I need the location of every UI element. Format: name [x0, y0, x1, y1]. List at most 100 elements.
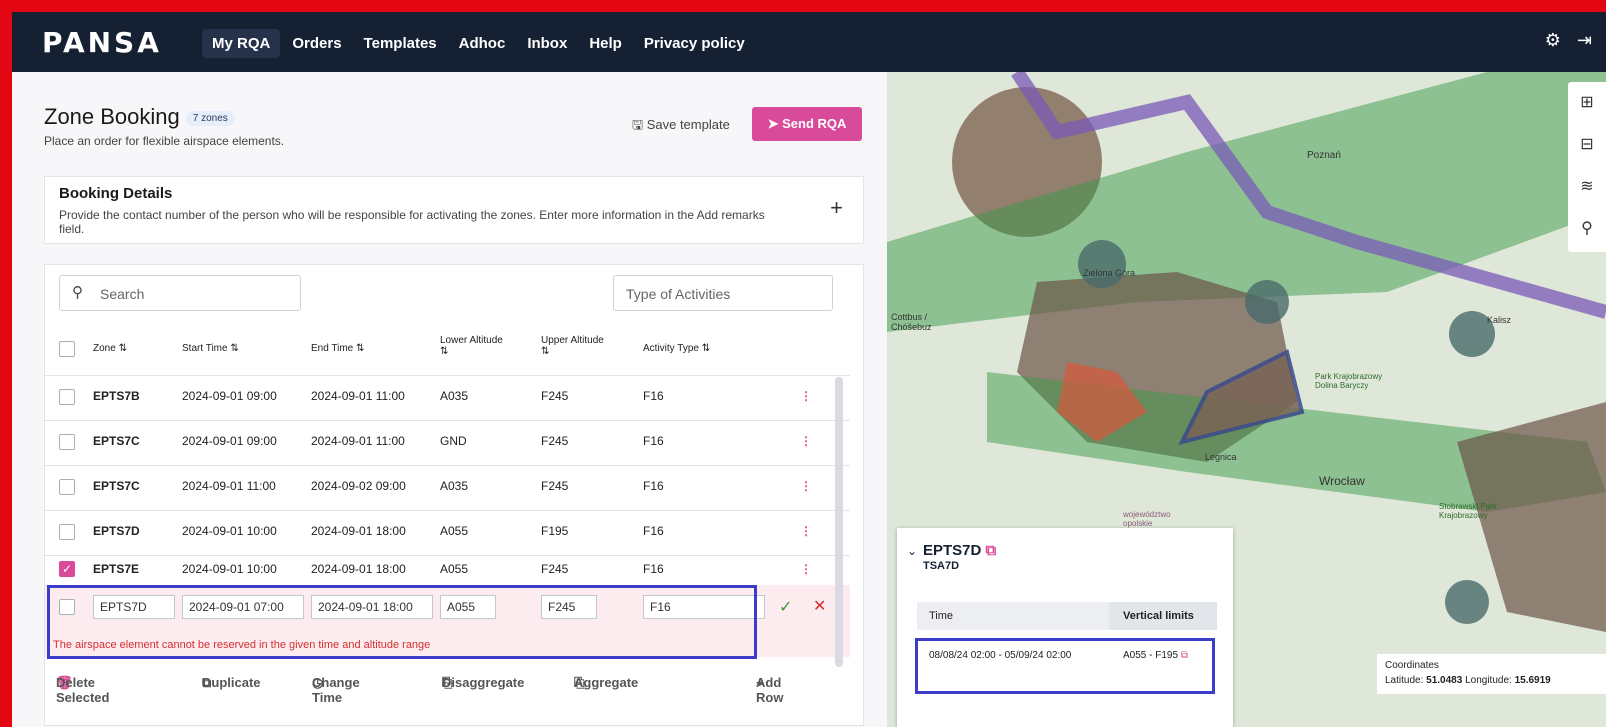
search-input[interactable]: ⚲ Search: [59, 275, 301, 311]
cancel-x-icon[interactable]: ✕: [813, 596, 826, 616]
highlight-box-edit-row: [47, 585, 757, 659]
cell-activity: F16: [643, 524, 664, 538]
header-start-time[interactable]: Start Time ⇅: [182, 343, 239, 354]
send-rqa-button[interactable]: ➤ Send RQA: [752, 107, 862, 141]
header-upper-altitude[interactable]: Upper Altitude ⇅: [541, 335, 631, 357]
cell-activity: F16: [643, 562, 664, 576]
nav-orders[interactable]: Orders: [282, 29, 351, 58]
search-icon: ⚲: [72, 284, 83, 301]
cell-lower: GND: [440, 434, 467, 448]
cell-zone: EPTS7C: [93, 434, 140, 448]
popup-subtitle: TSA7D: [923, 560, 960, 572]
map-search-icon[interactable]: ⚲: [1568, 208, 1606, 250]
table-row[interactable]: EPTS7D 2024-09-01 10:00 2024-09-01 18:00…: [45, 510, 850, 556]
row-menu-icon[interactable]: ⋮: [800, 434, 812, 448]
row-checkbox[interactable]: [59, 524, 75, 540]
nav-privacy-policy[interactable]: Privacy policy: [634, 29, 755, 58]
airspace-map[interactable]: Poznań Zielona Góra Cottbus / Chóšebuz L…: [887, 72, 1606, 727]
nav-my-rqa[interactable]: My RQA: [202, 29, 281, 58]
search-placeholder: Search: [100, 286, 145, 302]
main-nav: My RQA Orders Templates Adhoc Inbox Help…: [202, 29, 755, 58]
cell-start: 2024-09-01 11:00: [182, 479, 276, 493]
map-label-stobrawski: Stobrawski Park Krajobrazowy: [1439, 502, 1497, 520]
activity-type-filter[interactable]: Type of Activities: [613, 275, 833, 311]
circle-zone: [1245, 280, 1289, 324]
cell-end: 2024-09-01 11:00: [311, 389, 405, 403]
cell-lower: A035: [440, 389, 469, 403]
nav-templates[interactable]: Templates: [354, 29, 447, 58]
cell-end: 2024-09-01 18:00: [311, 524, 406, 538]
map-label-opolskie: województwo opolskie: [1123, 510, 1171, 528]
row-menu-icon[interactable]: ⋮: [800, 562, 812, 576]
cell-lower: A055: [440, 524, 469, 538]
zoom-out-icon[interactable]: ⊟: [1568, 124, 1606, 166]
cell-end: 2024-09-01 11:00: [311, 434, 405, 448]
row-checkbox[interactable]: [59, 479, 75, 495]
row-checkbox-checked[interactable]: ✓: [59, 561, 75, 577]
save-template-button[interactable]: 🖫 Save template: [632, 116, 730, 138]
zone-count-badge: 7 zones: [185, 110, 235, 126]
cell-lower: A035: [440, 479, 469, 493]
zones-table-card: ⚲ Search Type of Activities Zone ⇅ Start…: [44, 264, 864, 726]
layers-icon[interactable]: ≋: [1568, 166, 1606, 208]
row-checkbox[interactable]: [59, 434, 75, 450]
popup-col-time: Time: [929, 610, 954, 622]
map-label-dolina-baryczy: Park Krajobrazowy Dolina Baryczy: [1315, 372, 1383, 390]
cell-upper: F245: [541, 389, 569, 403]
cell-start: 2024-09-01 09:00: [182, 434, 277, 448]
cell-zone: EPTS7C: [93, 479, 140, 493]
map-label-wroclaw: Wrocław: [1319, 474, 1365, 488]
nav-adhoc[interactable]: Adhoc: [449, 29, 516, 58]
cell-activity: F16: [643, 434, 664, 448]
cell-start: 2024-09-01 10:00: [182, 562, 277, 576]
nav-help[interactable]: Help: [579, 29, 632, 58]
table-row[interactable]: EPTS7C 2024-09-01 09:00 2024-09-01 11:00…: [45, 420, 850, 466]
cell-end: 2024-09-02 09:00: [311, 479, 406, 493]
table-scrollbar[interactable]: [835, 377, 843, 667]
header-end-time[interactable]: End Time ⇅: [311, 343, 364, 354]
table-row[interactable]: EPTS7C 2024-09-01 11:00 2024-09-02 09:00…: [45, 465, 850, 511]
chevron-down-icon[interactable]: ⌄: [907, 544, 917, 558]
coordinates-values: Latitude: 51.0483 Longitude: 15.6919: [1385, 675, 1551, 686]
row-menu-icon[interactable]: ⋮: [800, 479, 812, 493]
confirm-check-icon[interactable]: ✓: [779, 597, 792, 617]
table-row[interactable]: EPTS7B 2024-09-01 09:00 2024-09-01 11:00…: [45, 375, 850, 421]
zoom-in-icon[interactable]: ⊞: [1568, 82, 1606, 124]
cell-start: 2024-09-01 09:00: [182, 389, 277, 403]
zone-booking-panel: Zone Booking 7 zones Place an order for f…: [12, 72, 887, 727]
row-checkbox[interactable]: [59, 389, 75, 405]
booking-details-description: Provide the contact number of the person…: [59, 208, 765, 236]
cell-activity: F16: [643, 389, 664, 403]
map-label-kalisz: Kalisz: [1487, 315, 1512, 325]
save-icon: 🖫: [632, 117, 644, 132]
cell-lower: A055: [440, 562, 469, 576]
pansa-logo[interactable]: PANSA: [42, 26, 162, 59]
page-subtitle: Place an order for flexible airspace ele…: [44, 134, 285, 148]
expand-details-button[interactable]: +: [830, 195, 843, 221]
table-row[interactable]: ✓ EPTS7E 2024-09-01 10:00 2024-09-01 18:…: [45, 555, 850, 586]
highlight-box-popup-row: [915, 638, 1215, 694]
header-lower-altitude[interactable]: Lower Altitude ⇅: [440, 335, 530, 357]
row-menu-icon[interactable]: ⋮: [800, 389, 812, 403]
nav-inbox[interactable]: Inbox: [517, 29, 577, 58]
map-label-poznan: Poznań: [1307, 150, 1341, 161]
map-controls: ⊞ ⊟ ≋ ⚲: [1568, 82, 1606, 252]
popup-col-limits: Vertical limits: [1123, 610, 1194, 622]
cell-start: 2024-09-01 10:00: [182, 524, 277, 538]
cell-upper: F195: [541, 524, 569, 538]
cell-zone: EPTS7D: [93, 524, 140, 538]
copy-icon[interactable]: ⧉: [986, 542, 997, 559]
coordinates-label: Coordinates: [1385, 660, 1439, 671]
logout-icon[interactable]: ⇥: [1577, 30, 1592, 51]
select-all-checkbox[interactable]: [59, 341, 75, 357]
header-activity-type[interactable]: Activity Type ⇅: [643, 343, 710, 354]
row-menu-icon[interactable]: ⋮: [800, 524, 812, 538]
header-zone[interactable]: Zone ⇅: [93, 343, 127, 354]
map-label-cottbus: Cottbus / Chóšebuz: [891, 312, 932, 332]
cell-upper: F245: [541, 434, 569, 448]
send-icon: ➤: [767, 116, 779, 131]
gear-icon[interactable]: ⚙: [1545, 30, 1561, 51]
circle-zone: [1078, 240, 1126, 288]
cell-activity: F16: [643, 479, 664, 493]
table-header: Zone ⇅ Start Time ⇅ End Time ⇅ Lower Alt…: [45, 323, 850, 376]
